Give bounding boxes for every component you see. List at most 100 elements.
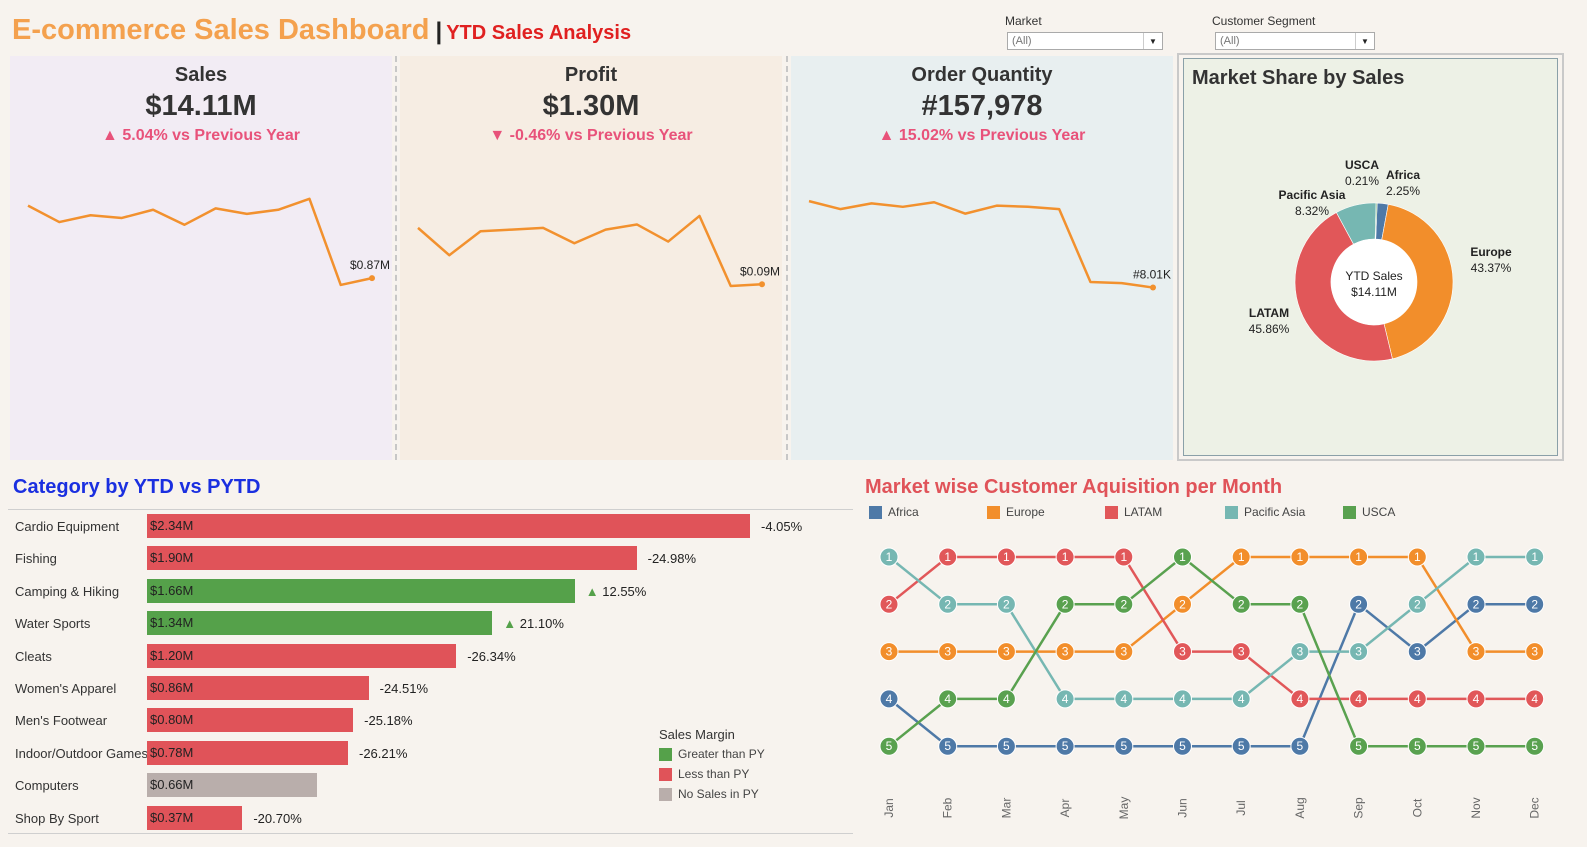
legend-label: Greater than PY [678, 747, 765, 761]
kpi-card-order-quantity: Order Quantity #157,978 ▲ 15.02% vs Prev… [791, 56, 1173, 460]
acquisition-legend-item[interactable]: USCA [1343, 505, 1395, 519]
legend-swatch [987, 505, 1000, 519]
bump-point-rank: 5 [1531, 739, 1538, 753]
donut-label-name: USCA [1345, 158, 1379, 172]
kpi-sparkline: #8.01K [808, 199, 1171, 291]
panel-divider [786, 56, 788, 460]
bump-point-rank: 4 [1355, 692, 1362, 706]
category-change: -24.51% [380, 681, 428, 696]
title-text: E-commerce Sales Dashboard [12, 14, 430, 46]
category-pct-change: -24.51% [379, 681, 429, 696]
donut-label-value: 8.32% [1295, 204, 1329, 218]
category-bar[interactable]: $0.78M [147, 740, 348, 765]
category-bar[interactable]: $1.90M [147, 546, 637, 571]
bump-point-rank: 2 [1179, 597, 1186, 611]
bump-point-rank: 3 [1414, 645, 1421, 659]
category-bar-value: $0.86M [150, 680, 194, 695]
bump-point-rank: 4 [1238, 692, 1245, 706]
acquisition-legend-item[interactable]: Africa [869, 505, 919, 519]
category-top-rule [8, 509, 853, 510]
bump-point-rank: 3 [1003, 645, 1010, 659]
category-pct-change: -25.18% [364, 713, 413, 729]
category-label: Indoor/Outdoor Games [15, 745, 148, 761]
category-label: Shop By Sport [15, 810, 99, 826]
chevron-down-icon[interactable]: ▼ [1143, 33, 1162, 49]
bump-point-rank: 3 [1355, 645, 1362, 659]
bump-point-rank: 3 [1297, 645, 1304, 659]
category-bar[interactable]: $0.37M [147, 805, 243, 830]
x-tick-label: May [1117, 797, 1131, 820]
category-pct-change: -24.98% [647, 551, 697, 567]
market-share-panel: Market Share by Sales YTD Sales $14.11M Af… [1177, 53, 1564, 461]
legend-item[interactable]: Less than PY [659, 767, 765, 781]
legend-item[interactable]: Greater than PY [659, 747, 765, 761]
bump-point-rank: 2 [1414, 597, 1421, 611]
bump-line-latam [888, 555, 1535, 701]
bump-point-rank: 3 [1120, 645, 1127, 659]
market-share-donut: YTD Sales $14.11M Africa 2.25% Europe 43.37% L… [1249, 158, 1512, 362]
category-bar[interactable]: $0.80M [147, 708, 354, 733]
bump-point-rank: 5 [1179, 739, 1186, 753]
category-bar[interactable]: $0.86M [147, 676, 369, 700]
donut-label-value: 45.86% [1249, 322, 1290, 336]
acquisition-chart-title: Market wise Customer Aquisition per Mont… [865, 476, 1283, 498]
category-pct-change: -20.70% [253, 810, 302, 826]
bump-point-rank: 5 [1473, 739, 1480, 753]
bump-point-rank: 1 [1238, 550, 1245, 564]
legend-swatch [1225, 505, 1238, 519]
bump-point-rank: 5 [1238, 739, 1245, 753]
market-filter-label: Market [1005, 14, 1042, 28]
segment-filter-select[interactable]: (All) ▼ [1215, 32, 1375, 50]
bump-line-africa [888, 602, 1535, 748]
category-bar[interactable]: $0.66M [147, 773, 318, 798]
bump-point-rank: 5 [1003, 739, 1010, 753]
bump-point-rank: 4 [1473, 692, 1480, 706]
x-tick-label: Apr [1058, 799, 1072, 818]
bump-point-rank: 4 [1179, 692, 1186, 706]
market-filter-select[interactable]: (All) ▼ [1007, 32, 1163, 50]
category-pct-change: 12.55% [602, 583, 647, 599]
category-chart-title: Category by YTD vs PYTD [13, 476, 261, 498]
acquisition-legend-item[interactable]: LATAM [1105, 505, 1162, 519]
acquisition-legend-item[interactable]: Pacific Asia [1225, 505, 1305, 519]
donut-label-value: 0.21% [1345, 174, 1379, 188]
category-bar-value: $1.34M [150, 615, 194, 631]
bump-point-rank: 2 [886, 597, 893, 611]
category-bar[interactable]: $2.34M [147, 514, 750, 538]
kpi-card-sales: Sales $14.11M ▲ 5.04% vs Previous Year $… [10, 56, 392, 460]
legend-label: Europe [1006, 505, 1045, 519]
triangle-up-icon: ▲ [503, 616, 520, 632]
x-tick-label: Feb [941, 797, 955, 818]
bump-point-rank: 2 [1297, 597, 1304, 611]
legend-items: Greater than PY Less than PY No Sales in P… [659, 747, 765, 801]
category-bar[interactable]: $1.66M [147, 578, 575, 603]
bump-point-rank: 2 [944, 597, 951, 611]
category-change: -24.98% [648, 551, 696, 566]
bump-point-rank: 2 [1003, 597, 1010, 611]
category-bar[interactable]: $1.34M [147, 611, 493, 636]
bump-point-rank: 5 [1414, 739, 1421, 753]
kpi-sparkline: $0.87M [27, 197, 390, 287]
category-change: -4.05% [761, 519, 802, 534]
category-bar-value: $1.20M [150, 647, 194, 663]
chevron-down-icon[interactable]: ▼ [1355, 33, 1374, 49]
category-bar[interactable]: $1.20M [147, 643, 457, 668]
category-label: Camping & Hiking [15, 583, 120, 599]
x-tick-label: Sep [1352, 797, 1366, 819]
category-bar-value: $2.34M [150, 518, 194, 533]
category-change: -25.18% [364, 713, 412, 728]
legend-item[interactable]: No Sales in PY [659, 787, 765, 801]
bump-point-rank: 1 [944, 550, 951, 564]
bump-point-rank: 2 [1238, 597, 1245, 611]
x-tick-label: Dec [1528, 797, 1542, 818]
market-share-inner: Market Share by Sales YTD Sales $14.11M Af… [1183, 58, 1558, 456]
bump-point-rank: 4 [944, 692, 951, 706]
category-label: Women's Apparel [15, 681, 117, 696]
bump-point-rank: 3 [944, 645, 951, 659]
bump-point-rank: 3 [1062, 645, 1069, 659]
donut-label-name: Europe [1470, 245, 1512, 259]
donut-center-label: YTD Sales [1345, 269, 1402, 283]
legend-label: USCA [1362, 505, 1396, 519]
x-tick-label: Oct [1410, 798, 1424, 817]
acquisition-legend-item[interactable]: Europe [987, 505, 1045, 519]
